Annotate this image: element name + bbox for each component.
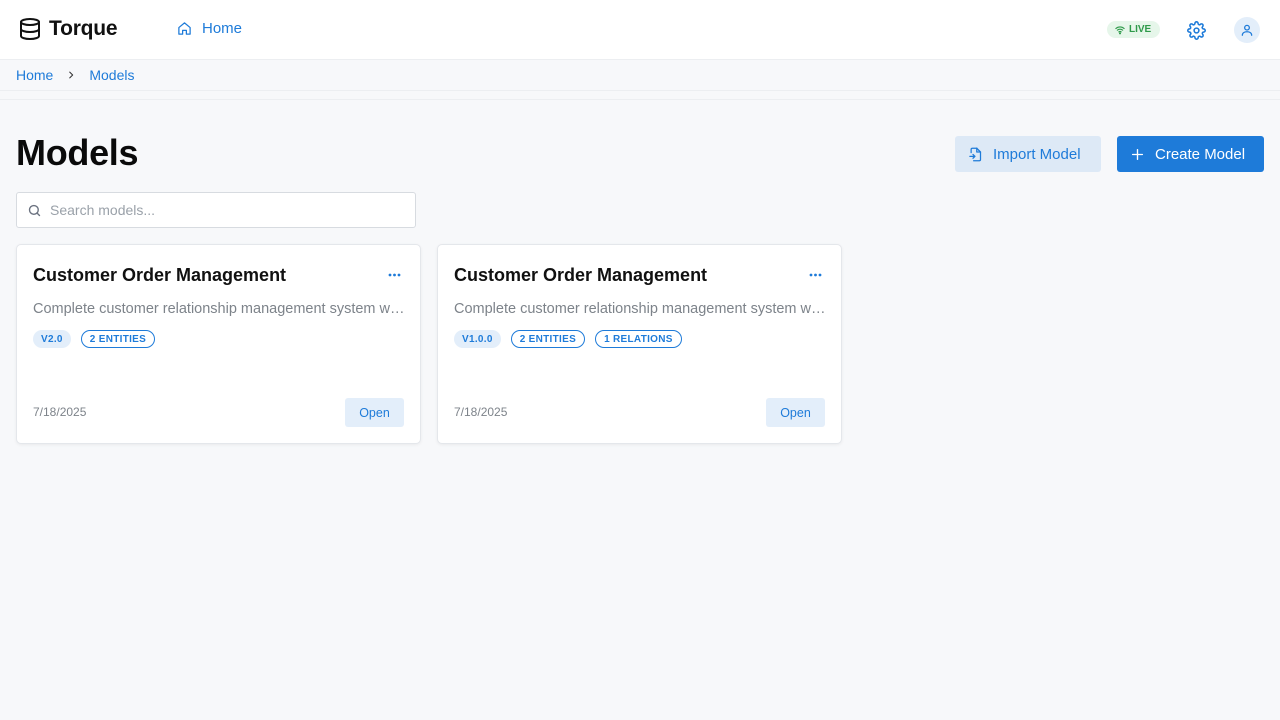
relations-badge: 1 RELATIONS	[595, 330, 682, 348]
database-icon	[20, 18, 40, 40]
home-icon	[178, 22, 191, 35]
live-status-badge: LIVE	[1107, 21, 1161, 38]
chevron-right-icon	[69, 71, 74, 79]
app-logo[interactable]: Torque	[18, 17, 118, 41]
wifi-icon	[1115, 25, 1125, 34]
gear-icon[interactable]	[1187, 21, 1206, 40]
version-badge: V1.0.0	[454, 330, 501, 348]
divider	[0, 99, 1280, 100]
entities-badge: 2 ENTITIES	[510, 330, 586, 348]
import-model-button[interactable]: Import Model	[955, 136, 1101, 172]
open-model-button[interactable]: Open	[766, 398, 825, 427]
create-model-button[interactable]: Create Model	[1117, 136, 1264, 172]
file-import-icon	[969, 147, 982, 161]
model-card-date: 7/18/2025	[454, 405, 508, 419]
search-input[interactable]	[50, 202, 390, 218]
breadcrumb: Home Models	[0, 60, 1280, 91]
open-model-button[interactable]: Open	[345, 398, 404, 427]
breadcrumb-home[interactable]: Home	[16, 67, 53, 83]
model-card-description: Complete customer relationship managemen…	[454, 301, 826, 317]
model-card[interactable]: Customer Order Management Complete custo…	[437, 244, 842, 444]
more-horizontal-icon[interactable]	[386, 267, 402, 283]
model-card-title: Customer Order Management	[454, 265, 708, 285]
model-card[interactable]: Customer Order Management Complete custo…	[16, 244, 421, 444]
model-card-description: Complete customer relationship managemen…	[33, 301, 405, 317]
version-badge: V2.0	[33, 330, 71, 348]
nav-home-link[interactable]: Home	[177, 20, 242, 37]
model-card-tags: V2.0 2 ENTITIES	[33, 330, 156, 348]
model-card-title: Customer Order Management	[33, 265, 287, 285]
plus-icon	[1131, 148, 1144, 160]
live-label: LIVE	[1129, 24, 1152, 35]
user-avatar-button[interactable]	[1234, 17, 1260, 43]
more-horizontal-icon[interactable]	[807, 267, 823, 283]
breadcrumb-models[interactable]: Models	[89, 67, 134, 83]
top-navbar: Torque Home LIVE	[0, 0, 1280, 60]
nav-home-label: Home	[202, 20, 243, 37]
model-card-date: 7/18/2025	[33, 405, 87, 419]
app-name: Torque	[49, 17, 118, 40]
import-model-label: Import Model	[993, 145, 1081, 163]
create-model-label: Create Model	[1155, 145, 1246, 163]
model-card-tags: V1.0.0 2 ENTITIES 1 RELATIONS	[454, 330, 682, 348]
entities-badge: 2 ENTITIES	[80, 330, 156, 348]
page-title: Models	[16, 132, 139, 173]
search-box	[16, 192, 416, 228]
search-icon	[28, 204, 41, 216]
user-icon	[1241, 24, 1253, 36]
